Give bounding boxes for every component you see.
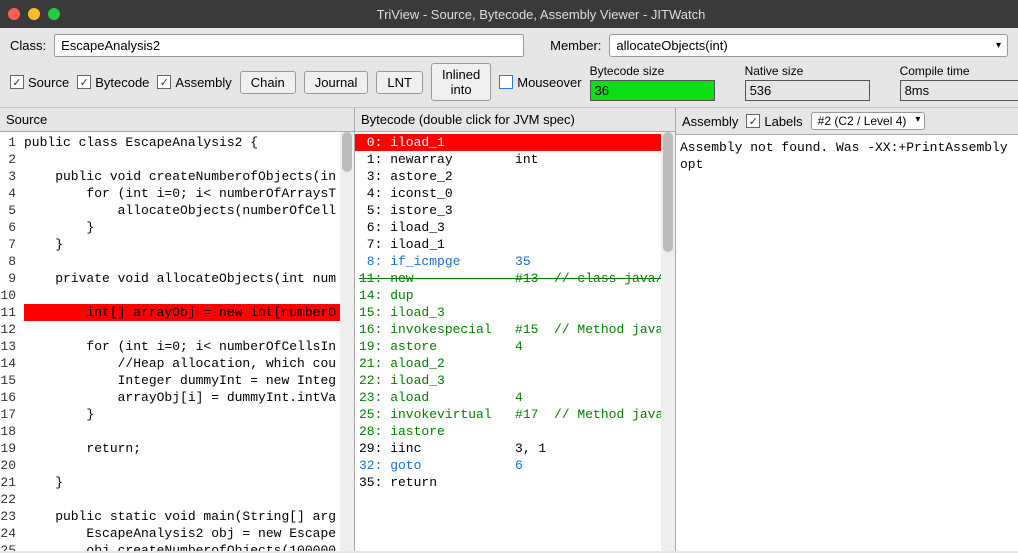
bytecode-line[interactable]: 29: iinc 3, 1	[355, 440, 661, 457]
bytecode-line[interactable]: 22: iload_3	[355, 372, 661, 389]
source-line[interactable]: 7 }	[0, 236, 340, 253]
bytecode-line[interactable]: 5: istore_3	[355, 202, 661, 219]
source-line[interactable]: 5 allocateObjects(numberOfCell	[0, 202, 340, 219]
bytecode-line[interactable]: 23: aload 4	[355, 389, 661, 406]
assembly-body: Assembly not found. Was -XX:+PrintAssemb…	[676, 135, 1018, 551]
source-line[interactable]: 22	[0, 491, 340, 508]
source-line[interactable]: 1public class EscapeAnalysis2 {	[0, 134, 340, 151]
inlined-button[interactable]: Inlined into	[431, 63, 491, 101]
source-line[interactable]: 10	[0, 287, 340, 304]
bytecode-pane-header: Bytecode (double click for JVM spec)	[355, 108, 675, 132]
bytecode-line[interactable]: 14: dup	[355, 287, 661, 304]
source-checkbox[interactable]: ✓Source	[10, 75, 69, 90]
source-line[interactable]: 14 //Heap allocation, which cou	[0, 355, 340, 372]
stat-bytecode-size: Bytecode size 36	[590, 64, 715, 101]
bytecode-line[interactable]: 25: invokevirtual #17 // Method java/lan…	[355, 406, 661, 423]
stat-native-size: Native size 536	[745, 64, 870, 101]
bytecode-line[interactable]: 32: goto 6	[355, 457, 661, 474]
source-line[interactable]: 20	[0, 457, 340, 474]
lnt-button[interactable]: LNT	[376, 71, 423, 94]
bytecode-line[interactable]: 35: return	[355, 474, 661, 491]
bytecode-line[interactable]: 0: iload_1	[355, 134, 661, 151]
maximize-icon[interactable]	[48, 8, 60, 20]
compiler-combo[interactable]: #2 (C2 / Level 4)	[811, 112, 926, 130]
source-line[interactable]: 15 Integer dummyInt = new Integ	[0, 372, 340, 389]
chevron-down-icon: ▾	[996, 40, 1001, 51]
assembly-checkbox[interactable]: ✓Assembly	[157, 75, 231, 90]
source-line[interactable]: 18	[0, 423, 340, 440]
bytecode-checkbox[interactable]: ✓Bytecode	[77, 75, 149, 90]
source-line[interactable]: 9 private void allocateObjects(int num	[0, 270, 340, 287]
source-line[interactable]: 13 for (int i=0; i< numberOfCellsIn	[0, 338, 340, 355]
minimize-icon[interactable]	[28, 8, 40, 20]
source-line[interactable]: 17 }	[0, 406, 340, 423]
stat-compile-time: Compile time 8ms	[900, 64, 1018, 101]
source-scrollbar[interactable]	[340, 132, 354, 551]
bytecode-lines[interactable]: 0: iload_1 1: newarray int 3: astore_2 4…	[355, 132, 661, 551]
window-title: TriView - Source, Bytecode, Assembly Vie…	[72, 7, 1010, 22]
member-label: Member:	[550, 38, 601, 53]
source-line[interactable]: 12	[0, 321, 340, 338]
assembly-pane: Assembly ✓Labels #2 (C2 / Level 4) Assem…	[676, 108, 1018, 551]
source-line[interactable]: 6 }	[0, 219, 340, 236]
source-line[interactable]: 8	[0, 253, 340, 270]
source-line[interactable]: 25 obj.createNumberofObjects(100000	[0, 542, 340, 551]
bytecode-line[interactable]: 15: iload_3	[355, 304, 661, 321]
bytecode-line[interactable]: 3: astore_2	[355, 168, 661, 185]
bytecode-line[interactable]: 4: iconst_0	[355, 185, 661, 202]
bytecode-line[interactable]: 8: if_icmpge 35	[355, 253, 661, 270]
source-pane-header: Source	[0, 108, 354, 132]
source-line[interactable]: 24 EscapeAnalysis2 obj = new Escape	[0, 525, 340, 542]
source-lines[interactable]: 1public class EscapeAnalysis2 {23 public…	[0, 132, 340, 551]
chain-button[interactable]: Chain	[240, 71, 296, 94]
class-label: Class:	[10, 38, 46, 53]
bytecode-line[interactable]: 19: astore 4	[355, 338, 661, 355]
traffic-lights	[8, 8, 60, 20]
journal-button[interactable]: Journal	[304, 71, 369, 94]
source-line[interactable]: 16 arrayObj[i] = dummyInt.intVa	[0, 389, 340, 406]
source-line[interactable]: 11 int[] arrayObj = new int[numberO	[0, 304, 340, 321]
source-line[interactable]: 21 }	[0, 474, 340, 491]
source-line[interactable]: 19 return;	[0, 440, 340, 457]
bytecode-line[interactable]: 1: newarray int	[355, 151, 661, 168]
mouseover-checkbox[interactable]: Mouseover	[499, 75, 581, 90]
panes: Source 1public class EscapeAnalysis2 {23…	[0, 108, 1018, 551]
bytecode-line[interactable]: 21: aload_2	[355, 355, 661, 372]
bytecode-line[interactable]: 28: iastore	[355, 423, 661, 440]
assembly-pane-header: Assembly ✓Labels #2 (C2 / Level 4)	[676, 108, 1018, 135]
source-line[interactable]: 3 public void createNumberofObjects(in	[0, 168, 340, 185]
source-line[interactable]: 4 for (int i=0; i< numberOfArraysT	[0, 185, 340, 202]
toolbar: Class: Member: allocateObjects(int) ▾ ✓S…	[0, 28, 1018, 108]
source-pane: Source 1public class EscapeAnalysis2 {23…	[0, 108, 355, 551]
close-icon[interactable]	[8, 8, 20, 20]
bytecode-line[interactable]: 11: new #13 // class java/lang/In	[355, 270, 661, 287]
member-combo[interactable]: allocateObjects(int) ▾	[609, 34, 1008, 57]
bytecode-pane: Bytecode (double click for JVM spec) 0: …	[355, 108, 676, 551]
titlebar: TriView - Source, Bytecode, Assembly Vie…	[0, 0, 1018, 28]
bytecode-scrollbar[interactable]	[661, 132, 675, 551]
member-combo-value: allocateObjects(int)	[616, 38, 727, 53]
source-line[interactable]: 2	[0, 151, 340, 168]
bytecode-line[interactable]: 6: iload_3	[355, 219, 661, 236]
source-line[interactable]: 23 public static void main(String[] arg	[0, 508, 340, 525]
bytecode-line[interactable]: 16: invokespecial #15 // Method java/lan…	[355, 321, 661, 338]
class-input[interactable]	[54, 34, 524, 57]
bytecode-line[interactable]: 7: iload_1	[355, 236, 661, 253]
labels-checkbox[interactable]: ✓Labels	[746, 114, 802, 129]
